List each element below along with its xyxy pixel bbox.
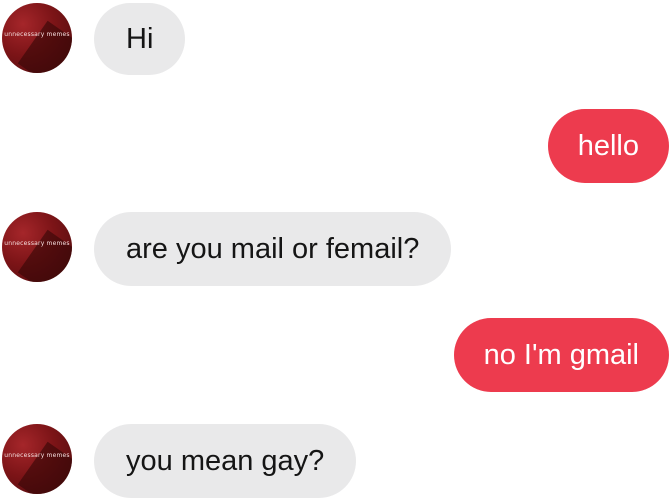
message-text: are you mail or femail? (126, 232, 420, 265)
contact-avatar[interactable]: unnecessary memes (2, 424, 72, 494)
message-bubble-incoming[interactable]: you mean gay? (94, 424, 357, 498)
message-bubble-outgoing[interactable]: no I'm gmail (453, 318, 669, 392)
message-bubble-incoming[interactable]: Hi (94, 3, 186, 75)
message-text: hello (577, 129, 639, 162)
avatar-caption: unnecessary memes (4, 240, 70, 247)
message-bubble-outgoing[interactable]: hello (547, 109, 669, 183)
message-bubble-incoming[interactable]: are you mail or femail? (94, 212, 452, 286)
message-text: no I'm gmail (483, 338, 639, 371)
avatar-caption: unnecessary memes (4, 452, 70, 459)
chat-thread: unnecessary memes Hi hello unnecessary m… (0, 0, 669, 502)
avatar-caption: unnecessary memes (4, 31, 70, 38)
contact-avatar[interactable]: unnecessary memes (2, 212, 72, 282)
message-text: you mean gay? (126, 444, 325, 477)
contact-avatar[interactable]: unnecessary memes (2, 3, 72, 73)
message-text: Hi (126, 22, 154, 55)
